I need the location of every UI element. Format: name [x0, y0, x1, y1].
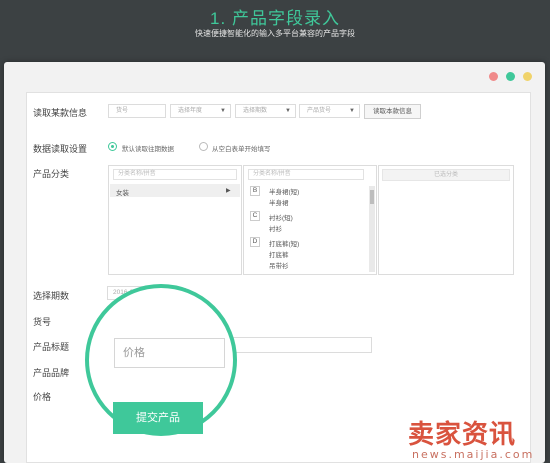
period-label: 选择期数	[33, 291, 70, 301]
page-title: 1. 产品字段录入	[210, 9, 340, 28]
category-item-selected[interactable]	[110, 184, 240, 197]
letter-c-badge: C	[250, 211, 260, 221]
chevron-right-icon: ▶	[226, 188, 231, 194]
watermark-url: news.maijia.com	[412, 448, 535, 461]
scrollbar[interactable]	[369, 186, 375, 272]
page-subtitle: 快速便捷智能化的输入多平台兼容的产品字段	[195, 29, 355, 38]
read-info-button[interactable]: 读取本款信息	[364, 104, 421, 119]
subcategory-search-input[interactable]: 分类名称/拼音	[248, 169, 364, 180]
radio-default-read-label: 默认读取往期数据	[122, 146, 174, 153]
radio-default-read[interactable]	[108, 142, 117, 151]
chevron-down-icon: ▼	[349, 108, 355, 114]
period-select-text: 选择期数	[243, 108, 268, 114]
subcategory-item[interactable]: 衬衫(短)	[269, 212, 293, 222]
category-level1-box: 分类名称/拼音 女装 ▶	[108, 165, 242, 275]
selected-category-box: 已选分类	[378, 165, 514, 275]
subcategory-item[interactable]: 半身裙(短)	[269, 186, 299, 196]
radio-blank-form[interactable]	[199, 142, 208, 151]
subcategory-item[interactable]: 衬衫	[269, 223, 282, 233]
chevron-down-icon: ▼	[220, 108, 226, 114]
price-label: 价格	[33, 392, 52, 402]
watermark-logo: 卖家资讯	[408, 419, 517, 449]
category-item-label: 女装	[116, 190, 129, 197]
price-input[interactable]: 价格	[114, 338, 225, 368]
selected-category-header: 已选分类	[382, 169, 510, 181]
submit-product-button[interactable]: 提交产品	[113, 402, 203, 434]
sku-select[interactable]: 货号	[108, 104, 166, 118]
minimize-dot-icon[interactable]	[523, 72, 532, 81]
product-title-label: 产品标题	[33, 342, 70, 352]
subcategory-item[interactable]: 吊带衫	[269, 260, 289, 270]
sku-select-text: 货号	[116, 108, 129, 114]
maximize-dot-icon[interactable]	[506, 72, 515, 81]
category-search-input[interactable]: 分类名称/拼音	[113, 169, 237, 180]
close-dot-icon[interactable]	[489, 72, 498, 81]
category-level2-box: 分类名称/拼音 B 半身裙(短) 半身裙 C 衬衫(短) 衬衫 D 打底裤(短)…	[243, 165, 377, 275]
subcategory-item[interactable]: 打底裤	[269, 249, 289, 259]
product-sku-select[interactable]: 产品货号 ▼	[299, 104, 360, 118]
sku-label: 货号	[33, 317, 52, 327]
read-info-label: 读取某款信息	[33, 108, 88, 118]
subcategory-item[interactable]: 打底裤(短)	[269, 238, 299, 248]
subcategory-item[interactable]: 半身裙	[269, 197, 289, 207]
data-settings-label: 数据读取设置	[33, 144, 88, 154]
year-select-text: 选择年度	[178, 108, 203, 114]
product-sku-select-text: 产品货号	[307, 108, 332, 114]
letter-b-badge: B	[250, 186, 260, 196]
brand-label: 产品品牌	[33, 368, 70, 378]
chevron-down-icon: ▼	[285, 108, 291, 114]
letter-d-badge: D	[250, 237, 260, 247]
radio-blank-form-label: 从空白表单开始填写	[212, 146, 271, 153]
scrollbar-thumb[interactable]	[370, 190, 374, 204]
period-select[interactable]: 选择期数 ▼	[235, 104, 296, 118]
year-select[interactable]: 选择年度 ▼	[170, 104, 231, 118]
category-label: 产品分类	[33, 169, 70, 179]
